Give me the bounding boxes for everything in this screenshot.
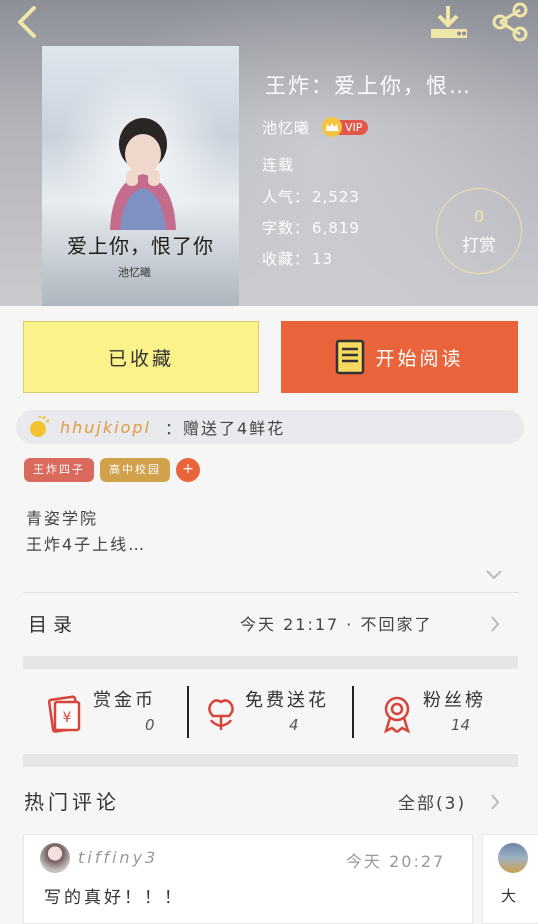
tip-button[interactable]: 0 打赏 xyxy=(436,188,522,274)
word-count-value: 6,819 xyxy=(312,219,360,237)
latest-chapter: 今天 21:17 · 不回家了 xyxy=(240,615,433,634)
share-button[interactable] xyxy=(488,0,532,44)
collected-label: 已收藏 xyxy=(107,347,174,370)
fan-ranking-stat[interactable]: 粉丝榜 14 xyxy=(377,682,517,744)
tag-item[interactable]: 王炸四子 xyxy=(24,458,94,482)
favorites-stat: 收藏： 13 xyxy=(262,248,333,269)
table-of-contents-row[interactable]: 目录 今天 21:17 · 不回家了 xyxy=(0,600,538,646)
popularity-label: 人气： xyxy=(262,188,311,206)
hot-comments-title: 热门评论 xyxy=(24,790,120,814)
medal-icon xyxy=(383,696,411,734)
divider xyxy=(352,686,354,738)
gift-sender-name[interactable]: hhujkiopl xyxy=(60,418,151,437)
fan-ranking-value: 14 xyxy=(451,716,471,734)
red-envelope-icon: ¥ xyxy=(47,695,81,733)
avatar[interactable] xyxy=(40,843,70,873)
all-comments-link[interactable]: 全部(3) xyxy=(398,789,466,814)
favorites-label: 收藏： xyxy=(262,250,311,268)
add-tag-button[interactable]: + xyxy=(176,458,200,482)
book-title: 王炸：爱上你，恨… xyxy=(265,74,472,98)
download-button[interactable] xyxy=(428,2,472,42)
flower-icon xyxy=(208,699,234,730)
free-flowers-stat[interactable]: 免费送花 4 xyxy=(201,682,351,744)
back-button[interactable] xyxy=(8,2,48,42)
comment-text: 大 xyxy=(501,887,517,905)
cover-title: 爱上你，恨了你 xyxy=(67,234,214,258)
comment-card[interactable]: tiffiny3 今天 20:27 写的真好！！！ xyxy=(23,834,473,924)
popularity-value: 2,523 xyxy=(312,188,360,206)
intro-line: 王炸4子上线… xyxy=(26,535,147,554)
book-icon xyxy=(336,339,365,375)
favorites-value: 13 xyxy=(312,250,334,268)
gift-message: ：赠送了4鲜花 xyxy=(164,419,286,438)
download-icon xyxy=(431,6,467,38)
book-tags: 王炸四子 高中校园 + xyxy=(24,458,200,482)
toc-label: 目录 xyxy=(28,614,79,636)
free-flowers-value: 4 xyxy=(289,716,299,734)
book-header: 爱上你，恨了你 池忆曦 王炸：爱上你，恨… 池忆曦 VIP 连载 人气： 2,52… xyxy=(0,0,538,306)
vip-badge: VIP xyxy=(322,117,369,137)
intro-line: 青姿学院 xyxy=(26,509,99,528)
word-count-label: 字数： xyxy=(262,219,311,237)
comment-card[interactable]: 大 xyxy=(482,834,538,924)
author-name[interactable]: 池忆曦 xyxy=(262,117,310,138)
divider xyxy=(187,686,189,738)
svg-text:¥: ¥ xyxy=(63,710,72,726)
start-reading-label: 开始阅读 xyxy=(375,347,464,370)
collected-button[interactable]: 已收藏 xyxy=(23,321,259,393)
book-status: 连载 xyxy=(262,156,295,174)
comment-timestamp: 今天 20:27 xyxy=(346,852,446,871)
tag-item[interactable]: 高中校园 xyxy=(100,458,170,482)
comment-username[interactable]: tiffiny3 xyxy=(78,848,158,867)
fan-ranking-label: 粉丝榜 xyxy=(423,690,486,711)
comment-text: 写的真好！！！ xyxy=(44,888,184,908)
popularity-stat: 人气： 2,523 xyxy=(262,186,360,207)
interaction-stats: ¥ 赏金币 0 免费送花 4 粉丝榜 14 xyxy=(23,682,518,744)
book-intro: 青姿学院 王炸4子上线… xyxy=(26,506,146,558)
author-row[interactable]: 池忆曦 VIP xyxy=(262,116,369,138)
tip-count: 0 xyxy=(473,207,485,226)
free-flowers-label: 免费送花 xyxy=(245,690,329,711)
section-spacer xyxy=(23,656,518,669)
tip-label: 打赏 xyxy=(462,236,496,256)
chevron-right-icon[interactable] xyxy=(490,794,500,810)
divider xyxy=(23,592,518,593)
reward-coins-label: 赏金币 xyxy=(93,690,156,711)
cover-author: 池忆曦 xyxy=(118,266,151,279)
all-comments-label: 全部(3) xyxy=(398,794,467,814)
clap-icon xyxy=(30,416,50,437)
start-reading-button[interactable]: 开始阅读 xyxy=(281,321,518,393)
chevron-left-icon xyxy=(18,6,36,38)
section-spacer xyxy=(23,754,518,767)
cover-person-illustration xyxy=(110,118,176,230)
crown-icon xyxy=(322,117,343,137)
chevron-right-icon xyxy=(491,616,500,632)
chevron-down-icon[interactable] xyxy=(484,568,504,582)
share-icon xyxy=(492,2,528,42)
reward-coins-stat[interactable]: ¥ 赏金币 0 xyxy=(45,682,195,744)
avatar[interactable] xyxy=(498,843,528,873)
reward-coins-value: 0 xyxy=(145,716,155,734)
word-count-stat: 字数： 6,819 xyxy=(262,217,360,238)
book-cover[interactable]: 爱上你，恨了你 池忆曦 xyxy=(42,46,239,306)
flower-gift-feed: hhujkiopl ：赠送了4鲜花 xyxy=(16,410,524,444)
